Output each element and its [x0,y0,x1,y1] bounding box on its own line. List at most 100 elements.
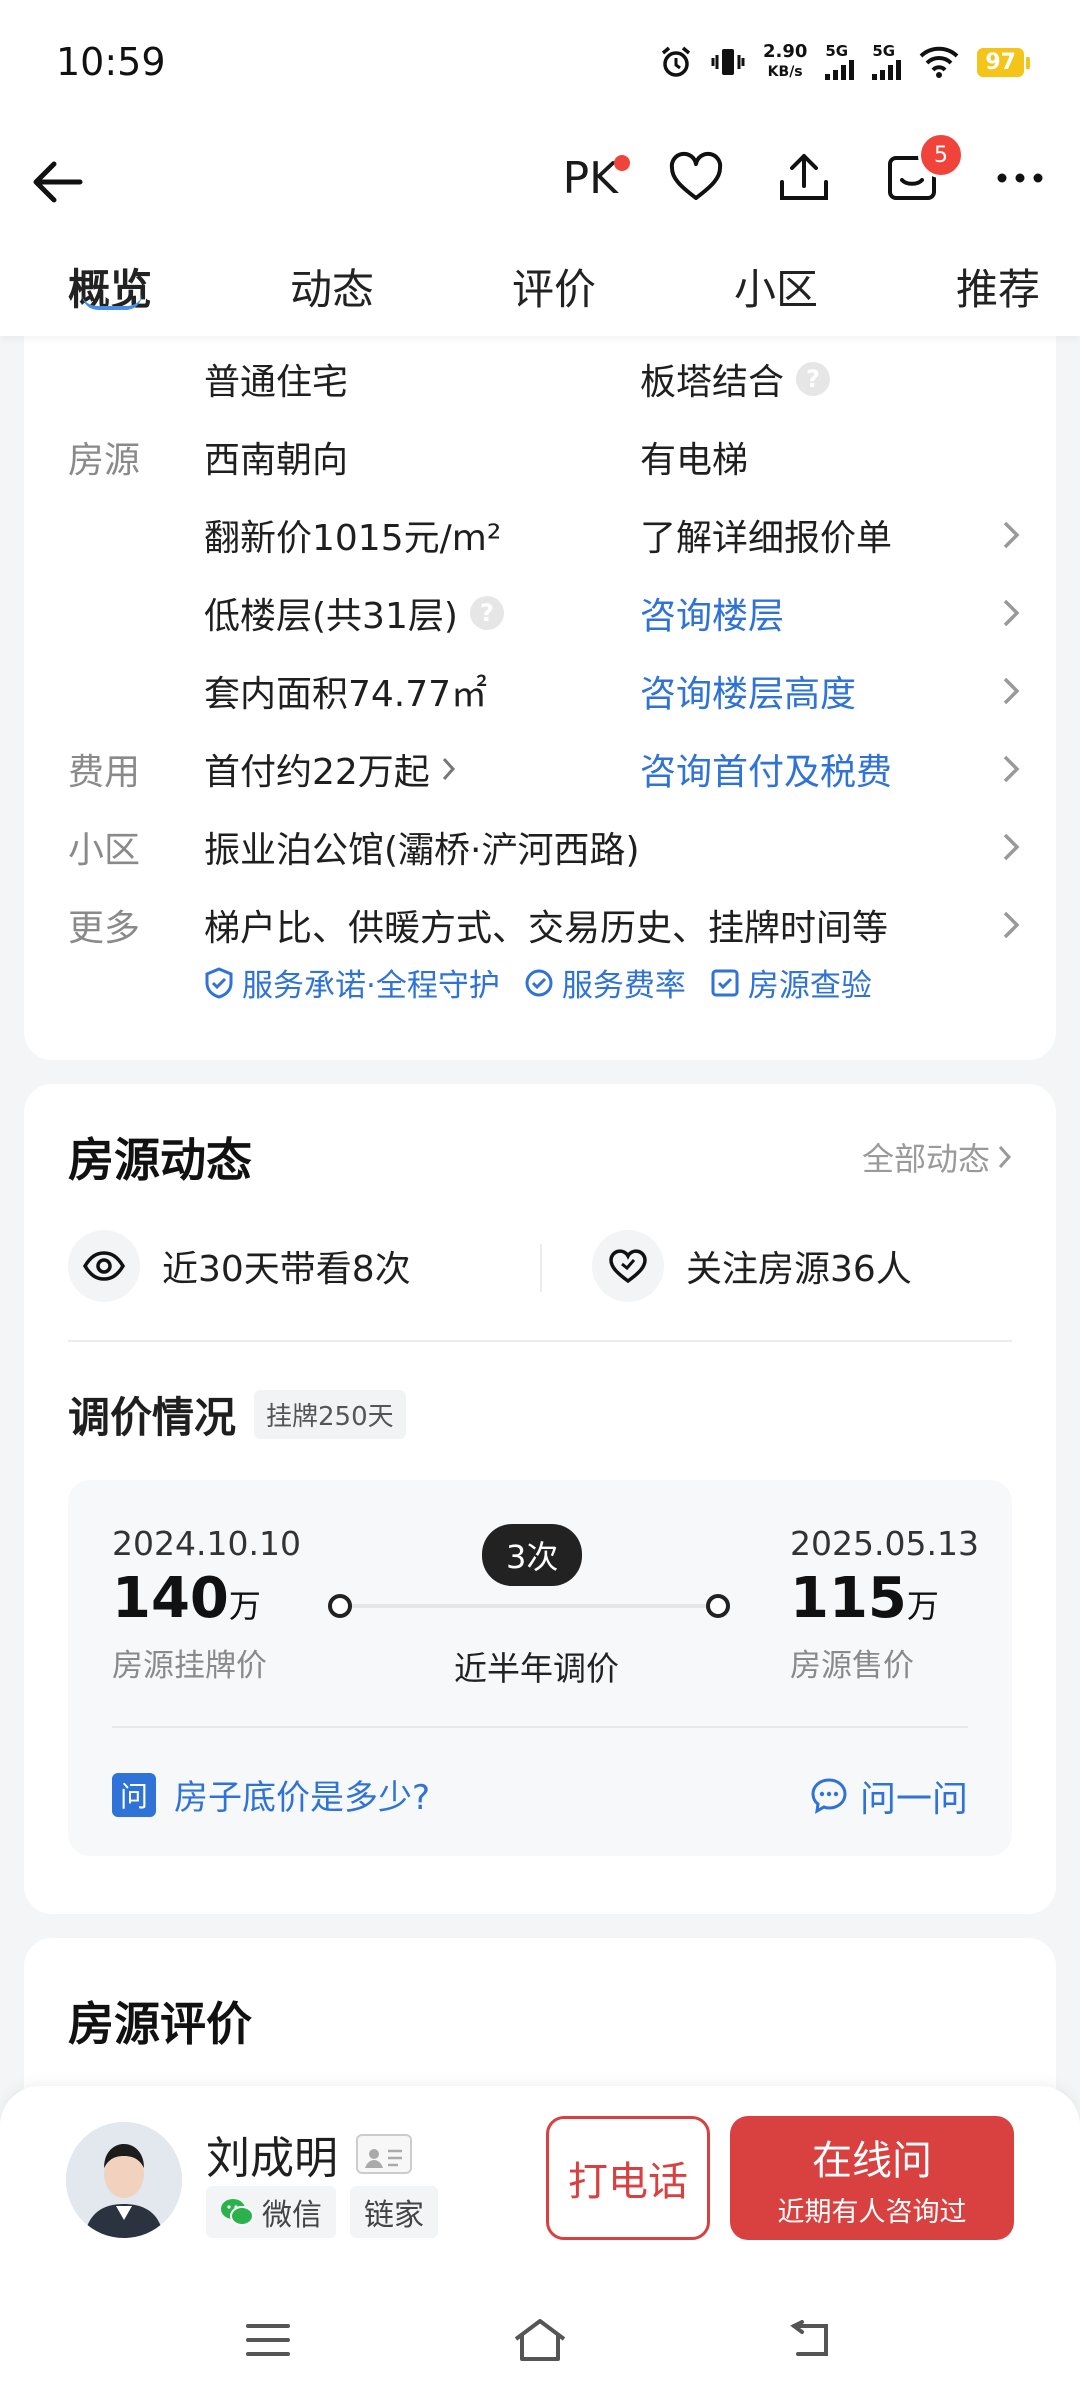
signal-sim2: 5G [872,44,902,80]
chevron-right-icon [1003,677,1020,705]
section-tabs: 概览 动态 评价 小区 推荐 [0,240,1080,336]
tab-dynamics[interactable]: 动态 [290,240,374,336]
price-adjust-header: 调价情况 挂牌250天 [68,1384,406,1445]
detail-row[interactable]: 翻新价1015元/m² 了解详细报价单 [24,496,1056,574]
ask-button[interactable]: 问一问 [810,1770,968,1822]
start-price-value: 140 [112,1566,229,1631]
service-promise-text: 服务承诺·全程守护 [242,968,500,1004]
alarm-icon [661,46,691,77]
follows-stat: 关注房源36人 [592,1230,912,1302]
signal-sim1: 5G [825,42,855,80]
detail-row[interactable]: 更多 梯户比、供暖方式、交易历史、挂牌时间等 [24,886,1056,964]
pk-notification-dot [614,154,630,171]
net-speed: 2.90 KB/s [763,42,807,82]
divider [540,1244,542,1292]
section-title-dynamics: 房源动态 [68,1133,252,1187]
community-name[interactable]: 振业泊公馆(灞桥·浐河西路) [204,821,640,873]
back-nav-icon[interactable] [788,2320,836,2360]
end-price: 115万 [790,1566,939,1631]
avatar-portrait-icon [66,2122,182,2238]
help-icon[interactable]: ? [469,596,504,630]
menu-icon[interactable] [244,2320,292,2360]
timeline-end-dot [706,1594,730,1618]
chevron-right-icon [1003,833,1020,861]
chevron-right-icon [1003,911,1020,939]
favorite-heart-icon[interactable] [666,148,726,208]
price-adjust-title: 调价情况 [68,1393,237,1442]
detail-row[interactable]: 费用 首付约22万起 咨询首付及税费 [24,730,1056,808]
ask-badge-icon: 问 [112,1772,156,1817]
sim1-label: 5G [825,42,849,60]
end-price-unit: 万 [906,1587,939,1625]
vibrate-icon [711,49,745,75]
service-fee-link[interactable]: 服务费率 [524,960,686,1005]
ask-floor-height-link[interactable]: 咨询楼层高度 [640,665,856,717]
house-inspection-link[interactable]: 房源查验 [710,960,872,1005]
orientation: 西南朝向 [204,440,349,481]
tab-recommend[interactable]: 推荐 [956,240,1040,336]
check-circle-icon [525,969,553,996]
ask-floor-price[interactable]: 问 房子底价是多少? [112,1770,430,1819]
message-button[interactable]: 5 [882,132,964,208]
down-payment[interactable]: 首付约22万起 [204,743,456,795]
pk-button[interactable]: PK [563,153,630,204]
service-fee-text: 服务费率 [561,968,686,1004]
row-label-community: 小区 [68,830,141,871]
building-type: 普通住宅 [204,362,349,403]
views-stat: 近30天带看8次 [68,1230,411,1302]
home-icon[interactable] [512,2317,568,2363]
tab-overview[interactable]: 概览 [68,240,152,336]
id-card-icon[interactable] [356,2134,412,2174]
tab-community[interactable]: 小区 [734,240,818,336]
down-payment-text: 首付约22万起 [204,752,430,793]
chevron-right-icon [998,1145,1012,1169]
chat-bubble-icon [811,1778,847,1814]
more-dots-icon[interactable] [990,148,1050,208]
start-price-label: 房源挂牌价 [112,1648,267,1684]
status-time: 10:59 [56,40,166,84]
check-square-icon [711,969,739,996]
detail-row[interactable]: 套内面积74.77㎡ 咨询楼层高度 [24,652,1056,730]
heart-check-icon [609,1249,647,1284]
service-promise-link[interactable]: 服务承诺·全程守护 [204,960,500,1005]
eye-icon [83,1251,125,1281]
adjust-label: 近半年调价 [454,1649,619,1688]
chevron-right-icon [1003,599,1020,627]
wechat-tag-text: 微信 [262,2198,322,2233]
price-history-box: 2024.10.10 140万 房源挂牌价 3次 近半年调价 2025.05.1… [68,1480,1012,1856]
ask-down-payment-link[interactable]: 咨询首付及税费 [640,743,892,795]
start-price-unit: 万 [228,1587,261,1625]
ask-button-text: 问一问 [859,1779,968,1820]
back-arrow-icon[interactable] [28,152,88,212]
online-consult-label: 在线问 [812,2137,932,2184]
agent-avatar[interactable] [66,2122,182,2238]
signal-bars-icon [872,58,902,80]
help-icon[interactable]: ? [796,362,831,396]
structure-type-text: 板塔结合 [640,362,785,403]
timeline-start-dot [328,1594,352,1618]
floor-level-text: 低楼层(共31层) [204,596,458,637]
tab-reviews[interactable]: 评价 [512,240,596,336]
wechat-tag[interactable]: 微信 [206,2186,336,2238]
ask-question-text: 房子底价是多少? [174,1778,431,1818]
share-icon[interactable] [774,148,834,208]
detail-row: 房源 西南朝向 有电梯 [24,418,1056,496]
company-tag: 链家 [350,2186,438,2238]
end-date: 2025.05.13 [790,1524,979,1563]
net-speed-unit: KB/s [767,64,803,80]
call-button[interactable]: 打电话 [546,2116,710,2240]
floor-level: 低楼层(共31层)? [204,587,504,639]
more-info[interactable]: 梯户比、供暖方式、交易历史、挂牌时间等 [204,899,888,951]
ask-floor-link[interactable]: 咨询楼层 [640,587,784,639]
net-speed-value: 2.90 [762,41,808,62]
online-consult-button[interactable]: 在线问 近期有人咨询过 [730,2116,1014,2240]
detail-row[interactable]: 小区 振业泊公馆(灞桥·浐河西路) [24,808,1056,886]
divider [112,1726,968,1728]
agent-tags: 微信 链家 [206,2186,438,2238]
all-dynamics-link[interactable]: 全部动态 [862,1134,1012,1180]
detail-row[interactable]: 低楼层(共31层)? 咨询楼层 [24,574,1056,652]
end-price-label: 房源售价 [790,1648,914,1684]
price-sheet-link[interactable]: 了解详细报价单 [640,509,892,561]
header-actions: PK 5 [563,132,1050,208]
structure-type: 板塔结合? [640,353,831,405]
